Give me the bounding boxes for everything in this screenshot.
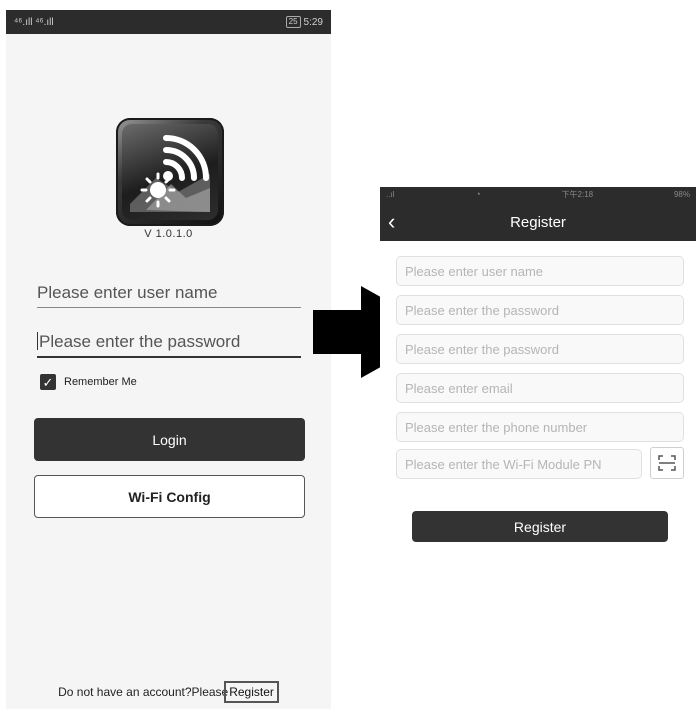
wifi-module-pn-field[interactable]: Please enter the Wi-Fi Module PN <box>396 449 642 479</box>
email-field[interactable]: Please enter email <box>396 373 684 403</box>
text-cursor <box>37 332 38 350</box>
password-placeholder: Please enter the password <box>39 332 241 351</box>
navigation-bar: ..ıl ◔ 下午2:18 98% ‹ Register <box>380 187 696 241</box>
username-input[interactable]: Please enter user name <box>37 283 301 308</box>
status-bar: ..ıl ◔ 下午2:18 98% <box>380 187 696 201</box>
remember-me-label: Remember Me <box>64 376 137 388</box>
wifi-config-button[interactable]: Wi-Fi Config <box>34 475 305 518</box>
scan-button[interactable] <box>650 447 684 479</box>
battery-icon: 25 <box>285 16 301 28</box>
register-link[interactable]: Register <box>224 681 279 703</box>
battery-indicator: 98% <box>673 189 690 199</box>
register-prompt-text: Do not have an account?Please <box>58 685 229 699</box>
register-screen: ..ıl ◔ 下午2:18 98% ‹ Register Please ente… <box>380 187 696 709</box>
username-field[interactable]: Please enter user name <box>396 256 684 286</box>
remember-me-checkbox[interactable]: ✓ Remember Me <box>40 374 137 390</box>
password-field[interactable]: Please enter the password <box>396 295 684 325</box>
phone-field[interactable]: Please enter the phone number <box>396 412 684 442</box>
password-input[interactable]: Please enter the password <box>37 332 301 358</box>
clock: 5:29 <box>303 16 323 28</box>
signal-indicator: ..ıl <box>386 189 395 199</box>
wifi-icon: ◔ <box>475 189 481 199</box>
login-screen: ⁴⁶.ıll ⁴⁶.ıll 25 5:29 V 1.0.1.0 Please e… <box>6 10 331 709</box>
checkbox-checked-icon: ✓ <box>40 374 56 390</box>
register-button[interactable]: Register <box>412 511 668 542</box>
wifi-sun-logo-icon <box>116 118 224 226</box>
app-version: V 1.0.1.0 <box>144 228 193 240</box>
confirm-password-field[interactable]: Please enter the password <box>396 334 684 364</box>
register-prompt: Do not have an account?PleaseRegister <box>6 681 331 703</box>
login-button[interactable]: Login <box>34 418 305 461</box>
clock: 下午2:18 <box>561 189 594 199</box>
signal-indicator: ⁴⁶.ıll ⁴⁶.ıll <box>14 16 54 28</box>
scan-icon <box>658 455 676 471</box>
page-title: Register <box>510 214 566 231</box>
status-bar: ⁴⁶.ıll ⁴⁶.ıll 25 5:29 <box>6 10 331 34</box>
